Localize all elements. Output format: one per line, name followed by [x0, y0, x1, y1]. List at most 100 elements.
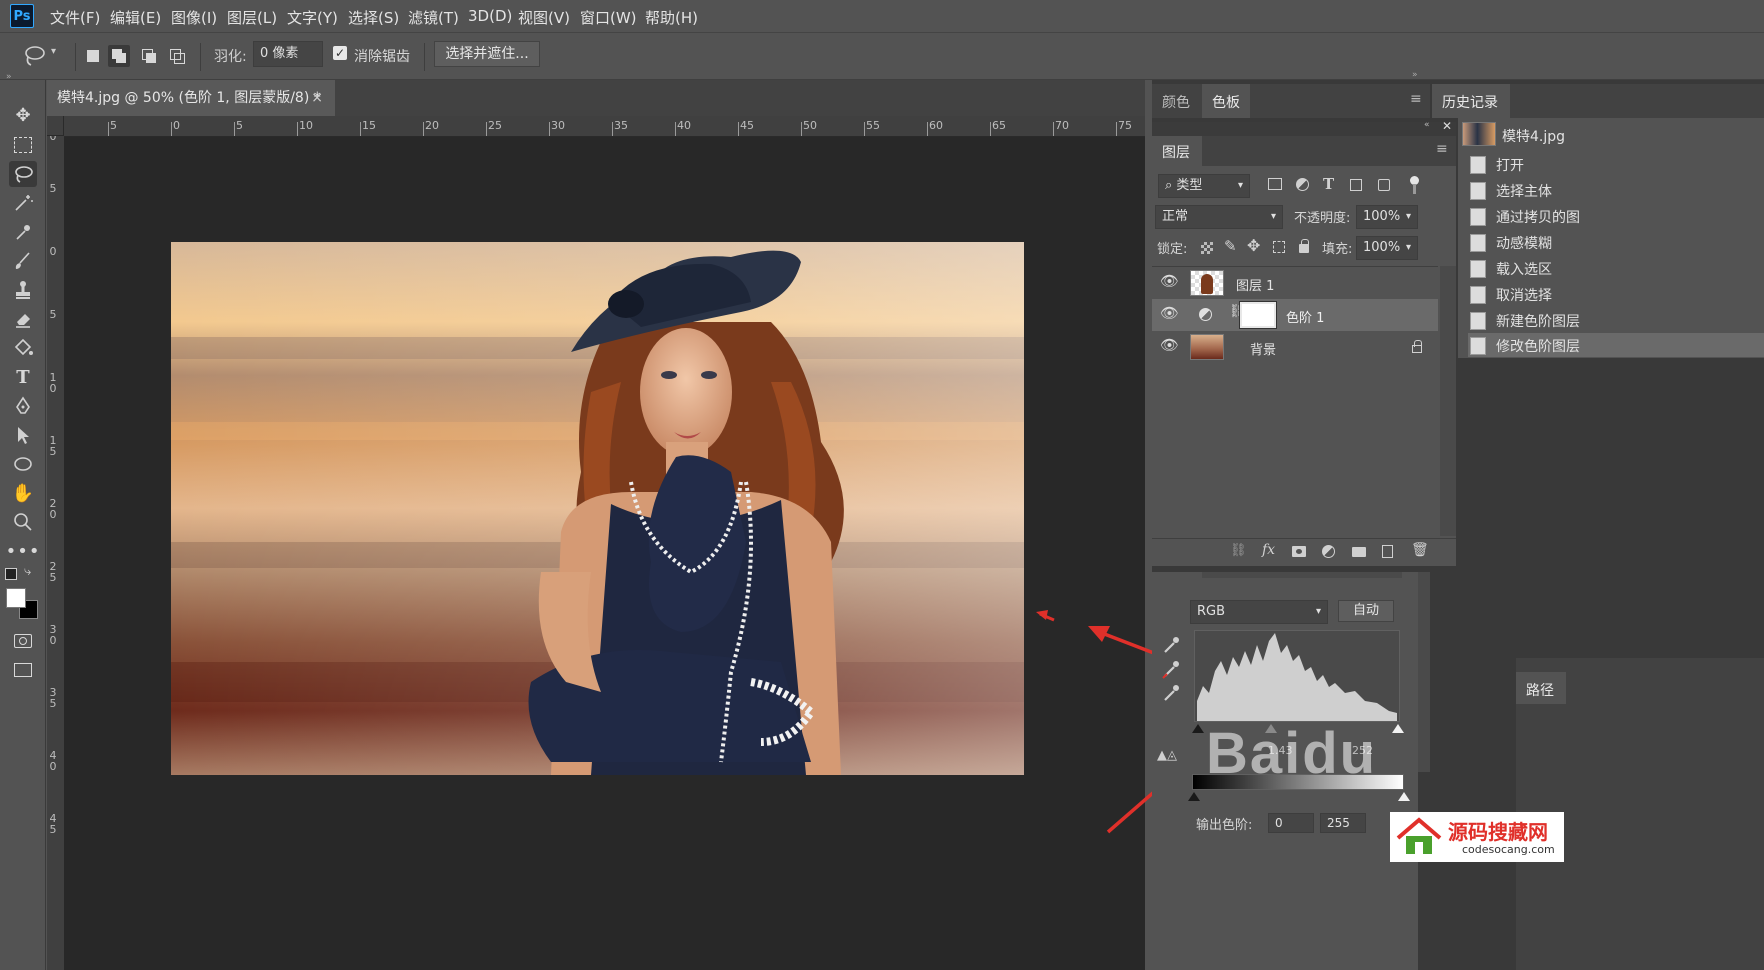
panel-collapse-icon[interactable]: »	[6, 72, 12, 82]
output-high-input[interactable]: 255	[1320, 813, 1366, 833]
layer-mask-thumbnail[interactable]	[1239, 301, 1277, 329]
horizontal-ruler[interactable]: 5 0 5 10 15 20 25 30 35 40 45 50 55 60 65 70 75	[64, 116, 1145, 137]
channel-select[interactable]: RGB ▾	[1190, 600, 1328, 624]
type-layer-filter-icon[interactable]: T	[1323, 175, 1334, 193]
history-snapshot-thumbnail[interactable]	[1462, 122, 1496, 146]
new-group-folder-icon[interactable]	[1352, 547, 1366, 557]
layer-row[interactable]: 👁 图层 1	[1152, 267, 1438, 299]
smart-object-filter-icon[interactable]	[1378, 179, 1390, 191]
default-colors-icon[interactable]	[5, 568, 17, 580]
history-item[interactable]: 打开	[1468, 151, 1764, 177]
auto-button[interactable]: 自动	[1338, 600, 1394, 622]
panel-menu-icon[interactable]: ≡	[1410, 91, 1422, 107]
input-black-slider[interactable]	[1192, 724, 1204, 733]
lock-transparent-icon[interactable]	[1201, 242, 1213, 254]
output-low-input[interactable]: 0	[1268, 813, 1314, 833]
layers-scrollbar[interactable]	[1440, 266, 1456, 536]
layer-row-selected[interactable]: 👁 ⛓ 色阶 1	[1152, 299, 1438, 331]
history-item[interactable]: 新建色阶图层	[1468, 307, 1764, 333]
menu-edit[interactable]: 编辑(E)	[110, 7, 161, 28]
lock-position-icon[interactable]: ✥	[1247, 236, 1260, 255]
add-to-selection-icon[interactable]	[108, 45, 130, 67]
intersect-selection-icon[interactable]	[166, 45, 188, 67]
history-item[interactable]: 选择主体	[1468, 177, 1764, 203]
visibility-eye-icon[interactable]: 👁	[1160, 336, 1179, 354]
history-item[interactable]: 载入选区	[1468, 255, 1764, 281]
brush-tool-icon[interactable]	[9, 248, 37, 274]
properties-scrollbar[interactable]	[1418, 572, 1430, 772]
document-tab[interactable]: 模特4.jpg @ 50% (色阶 1, 图层蒙版/8) * ×	[47, 80, 335, 116]
output-black-slider[interactable]	[1188, 792, 1200, 801]
foreground-color-swatch[interactable]	[6, 588, 26, 608]
paint-bucket-tool-icon[interactable]	[9, 335, 37, 361]
input-white-slider[interactable]	[1392, 724, 1404, 733]
layer-name[interactable]: 背景	[1250, 339, 1276, 358]
zoom-tool-icon[interactable]	[9, 509, 37, 535]
magic-wand-tool-icon[interactable]	[9, 190, 37, 216]
menu-help[interactable]: 帮助(H)	[645, 7, 698, 28]
menu-select[interactable]: 选择(S)	[348, 7, 399, 28]
history-item[interactable]: 通过拷贝的图	[1468, 203, 1764, 229]
fill-input[interactable]: 100% ▾	[1356, 236, 1418, 260]
visibility-eye-icon[interactable]: 👁	[1160, 272, 1179, 290]
type-tool-icon[interactable]: T	[9, 364, 37, 390]
trash-icon[interactable]: 🗑	[1411, 542, 1429, 558]
pen-tool-icon[interactable]	[9, 393, 37, 419]
close-tab-icon[interactable]: ×	[311, 80, 323, 116]
dock-collapse-icon[interactable]: »	[1412, 70, 1418, 80]
history-item-selected[interactable]: 修改色阶图层	[1468, 333, 1764, 357]
more-tools-icon[interactable]: •••	[6, 538, 40, 564]
menu-filter[interactable]: 滤镜(T)	[408, 7, 459, 28]
document-image[interactable]	[171, 242, 1024, 775]
tab-paths[interactable]: 路径	[1526, 680, 1554, 700]
opacity-input[interactable]: 100% ▾	[1356, 205, 1418, 229]
feather-input[interactable]: 0 像素	[253, 41, 323, 67]
clipping-warning-icon[interactable]: ▲◬	[1157, 748, 1177, 763]
add-mask-icon[interactable]	[1292, 546, 1306, 557]
layers-menu-icon[interactable]: ≡	[1436, 141, 1448, 157]
shape-layer-filter-icon[interactable]	[1350, 179, 1362, 191]
tab-history[interactable]: 历史记录	[1442, 92, 1498, 112]
tab-swatches[interactable]: 色板	[1212, 92, 1240, 112]
close-panel-icon[interactable]: ✕	[1442, 119, 1452, 133]
fx-icon[interactable]: fx	[1262, 542, 1275, 558]
lasso-tool-preset-icon[interactable]	[22, 43, 46, 69]
link-layers-icon[interactable]: ⛓	[1230, 543, 1247, 558]
move-tool-icon[interactable]: ✥	[9, 102, 37, 128]
blend-mode-select[interactable]: 正常 ▾	[1155, 205, 1283, 229]
layer-filter-select[interactable]: ⌕ 类型 ▾	[1158, 174, 1250, 198]
layer-name[interactable]: 图层 1	[1236, 275, 1274, 294]
layer-name[interactable]: 色阶 1	[1286, 307, 1324, 326]
subtract-from-selection-icon[interactable]	[138, 45, 160, 67]
lasso-tool-icon[interactable]	[9, 161, 37, 187]
new-layer-icon[interactable]	[1382, 545, 1393, 558]
history-item[interactable]: 动感模糊	[1468, 229, 1764, 255]
screen-mode-icon[interactable]	[9, 657, 37, 683]
output-white-slider[interactable]	[1398, 792, 1410, 801]
ruler-origin[interactable]	[47, 116, 64, 136]
visibility-eye-icon[interactable]: 👁	[1160, 304, 1179, 322]
eyedropper-tool-icon[interactable]	[9, 219, 37, 245]
menu-3d[interactable]: 3D(D)	[468, 7, 512, 25]
eraser-tool-icon[interactable]	[9, 306, 37, 332]
menu-type[interactable]: 文字(Y)	[287, 7, 338, 28]
quick-mask-icon[interactable]	[9, 628, 37, 654]
hand-tool-icon[interactable]: ✋	[9, 480, 37, 506]
menu-image[interactable]: 图像(I)	[171, 7, 217, 28]
collapse-icon[interactable]: «	[1424, 120, 1430, 130]
swap-colors-icon[interactable]: ⤷	[24, 564, 31, 579]
menu-view[interactable]: 视图(V)	[518, 7, 570, 28]
menu-file[interactable]: 文件(F)	[50, 7, 100, 28]
antialias-checkbox[interactable]: ✓	[333, 46, 347, 60]
clone-stamp-tool-icon[interactable]	[9, 277, 37, 303]
history-item[interactable]: 取消选择	[1468, 281, 1764, 307]
history-snapshot-name[interactable]: 模特4.jpg	[1502, 126, 1565, 146]
menu-layer[interactable]: 图层(L)	[227, 7, 277, 28]
menu-window[interactable]: 窗口(W)	[580, 7, 637, 28]
tab-layers[interactable]: 图层	[1162, 142, 1190, 162]
ellipse-tool-icon[interactable]	[9, 451, 37, 477]
new-selection-icon[interactable]	[82, 45, 104, 67]
adjustment-layer-filter-icon[interactable]	[1296, 178, 1309, 191]
path-selection-tool-icon[interactable]	[9, 422, 37, 448]
chevron-down-icon[interactable]: ▾	[51, 46, 56, 57]
